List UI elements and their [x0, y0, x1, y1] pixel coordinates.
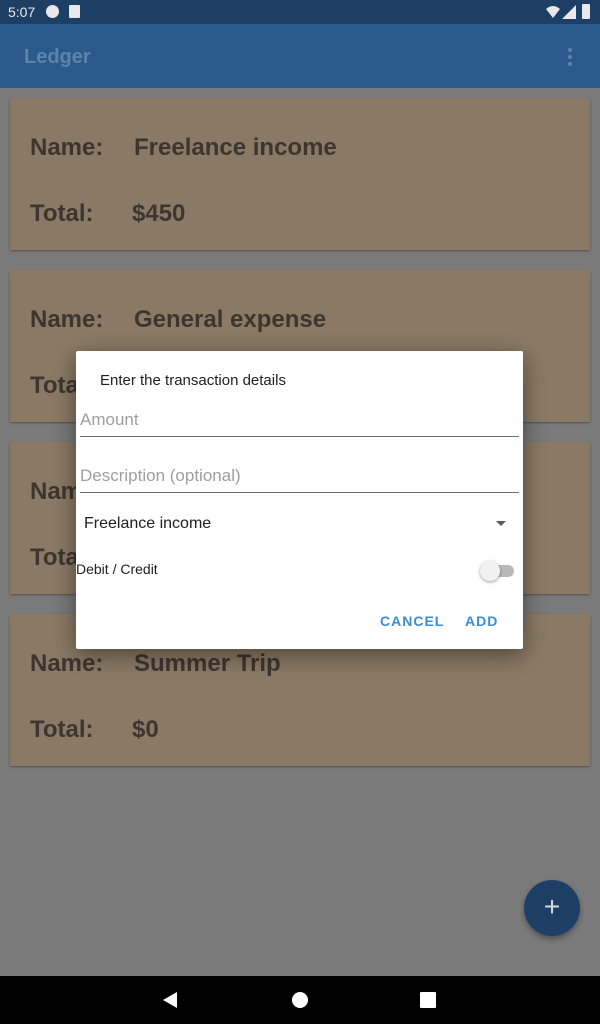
transaction-dialog: Enter the transaction details Freelance … [76, 351, 523, 649]
account-total: $0 [132, 716, 159, 743]
name-label: Name: [30, 650, 104, 677]
status-bar: 5:07 [0, 0, 600, 24]
description-input[interactable] [80, 455, 519, 492]
battery-icon [582, 4, 590, 19]
notification-app-icon [46, 5, 59, 18]
sd-card-icon [69, 5, 80, 18]
overflow-menu-icon[interactable] [566, 48, 574, 68]
account-name: Summer Trip [134, 650, 281, 677]
app-title: Ledger [24, 46, 91, 68]
amount-field [80, 399, 519, 437]
dialog-title: Enter the transaction details [100, 372, 286, 389]
account-name: Freelance income [134, 134, 337, 161]
debit-credit-switch[interactable] [480, 561, 516, 581]
account-total: $450 [132, 200, 186, 227]
account-name: General expense [134, 306, 327, 333]
back-icon[interactable] [163, 992, 177, 1008]
total-label: Total: [30, 200, 94, 227]
account-spinner-value: Freelance income [84, 515, 212, 532]
add-button[interactable]: ADD [465, 613, 498, 629]
cancel-button[interactable]: CANCEL [380, 613, 444, 629]
add-transaction-button[interactable]: + [524, 880, 580, 936]
name-label: Name: [30, 134, 104, 161]
account-spinner[interactable]: Freelance income [80, 503, 519, 543]
total-label: Total: [30, 716, 94, 743]
recents-icon[interactable] [420, 992, 436, 1008]
wifi-icon [546, 6, 560, 18]
signal-icon [562, 5, 576, 19]
home-icon[interactable] [292, 992, 308, 1008]
status-time: 5:07 [8, 4, 36, 20]
description-field [80, 455, 519, 493]
app-bar: Ledger [0, 24, 600, 88]
navigation-bar [0, 976, 600, 1024]
account-card[interactable]: Name: Freelance income Total: $450 [10, 98, 590, 250]
name-label: Name: [30, 306, 104, 333]
dropdown-arrow-icon [496, 521, 506, 526]
amount-input[interactable] [80, 399, 519, 436]
plus-icon: + [543, 891, 561, 922]
debit-credit-label: Debit / Credit [76, 561, 158, 577]
switch-thumb [480, 561, 500, 581]
